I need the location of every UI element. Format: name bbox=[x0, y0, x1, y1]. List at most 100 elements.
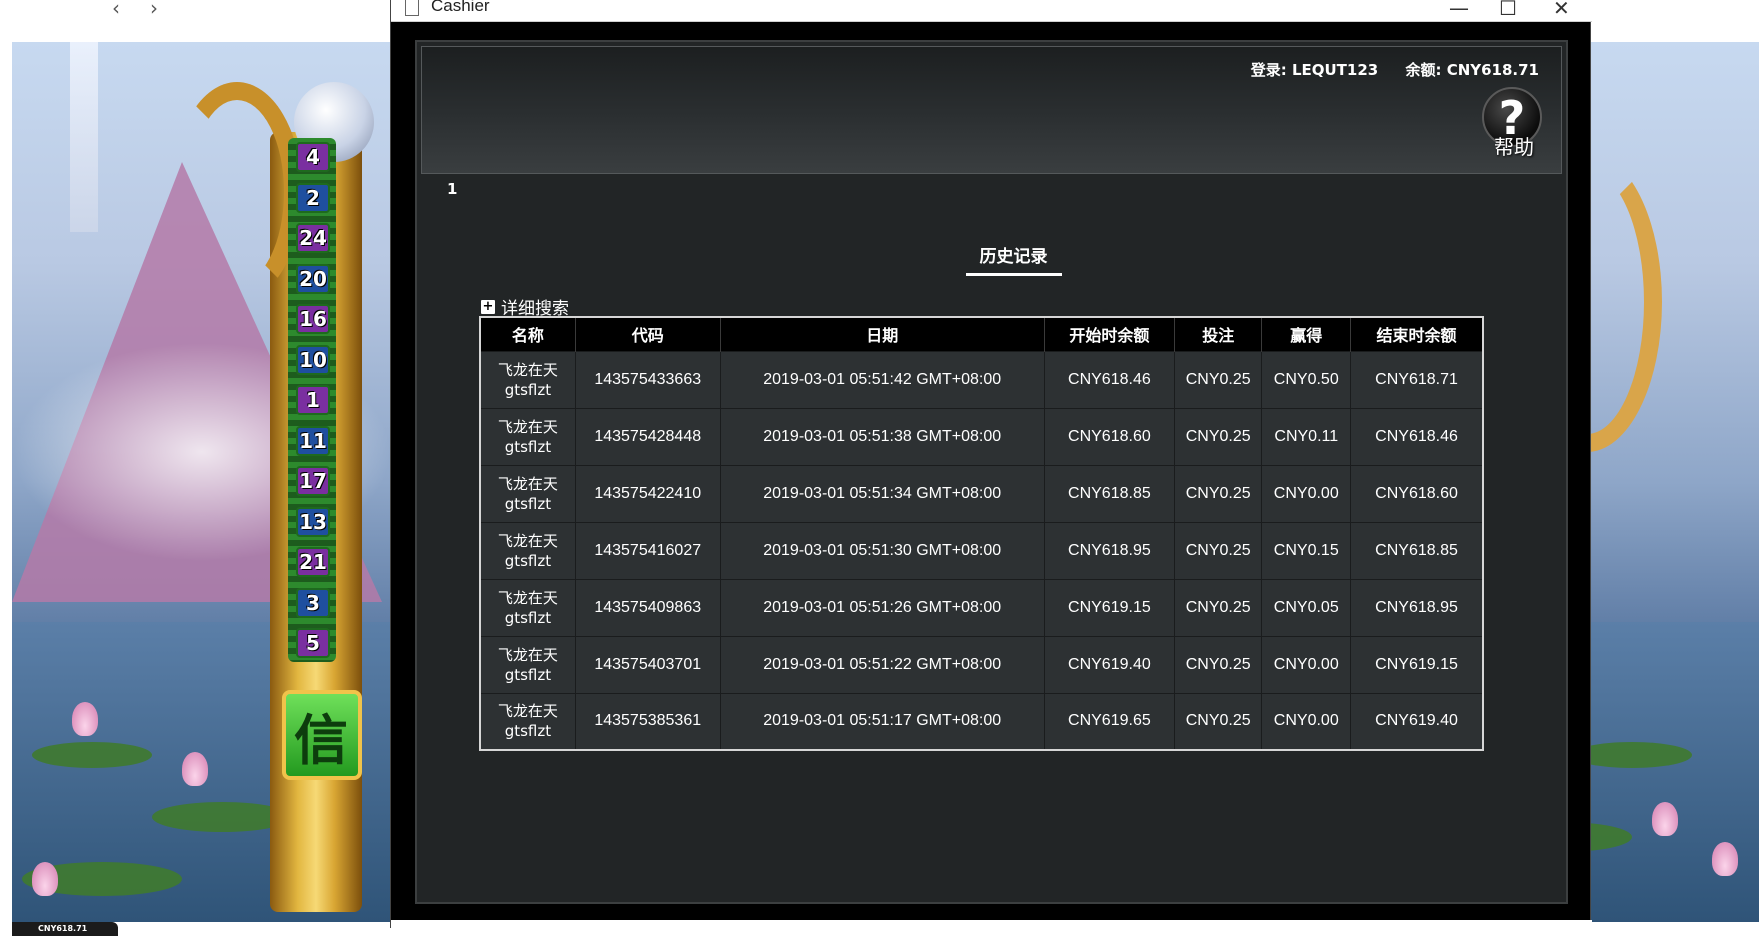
cell-date: 2019-03-01 05:51:34 GMT+08:00 bbox=[719, 464, 1045, 522]
cell-code: 143575385361 bbox=[574, 692, 721, 750]
expand-plus-icon: + bbox=[481, 298, 495, 314]
cell-code: 143575403701 bbox=[574, 635, 721, 693]
table-row[interactable]: 飞龙在天 gtsflzt 143575428448 2019-03-01 05:51:… bbox=[479, 407, 1483, 465]
forward-icon[interactable]: › bbox=[150, 0, 158, 20]
header-win: 赢得 bbox=[1261, 317, 1351, 351]
payline-badge[interactable]: 13 bbox=[296, 506, 330, 537]
cell-name: 飞龙在天 gtsflzt bbox=[479, 692, 576, 750]
payline-badge[interactable]: 4 bbox=[296, 142, 330, 172]
cell-bet: CNY0.25 bbox=[1173, 407, 1262, 465]
cell-code: 143575422410 bbox=[574, 464, 721, 522]
table-row[interactable]: 飞龙在天 gtsflzt 143575403701 2019-03-01 05:51:… bbox=[479, 635, 1483, 693]
history-tab[interactable]: 历史记录 bbox=[965, 242, 1062, 276]
cell-end-balance: CNY618.60 bbox=[1350, 464, 1483, 522]
header-end-balance: 结束时余额 bbox=[1350, 317, 1483, 351]
lotus-art bbox=[1652, 802, 1678, 836]
lotus-art bbox=[72, 702, 98, 736]
game-name: 飞龙在天 bbox=[497, 702, 558, 721]
table-row[interactable]: 飞龙在天 gtsflzt 143575409863 2019-03-01 05:51:… bbox=[479, 578, 1483, 636]
cell-end-balance: CNY618.85 bbox=[1350, 521, 1483, 579]
history-table: 名称 代码 日期 开始时余额 投注 赢得 结束时余额 飞龙在天 gtsflzt 14… bbox=[479, 316, 1484, 751]
payline-badge[interactable]: 3 bbox=[296, 587, 330, 618]
cell-date: 2019-03-01 05:51:30 GMT+08:00 bbox=[719, 521, 1045, 579]
cell-date: 2019-03-01 05:51:22 GMT+08:00 bbox=[719, 635, 1045, 693]
cell-name: 飞龙在天 gtsflzt bbox=[479, 635, 576, 693]
header-code: 代码 bbox=[574, 317, 721, 351]
cell-start-balance: CNY618.60 bbox=[1043, 407, 1175, 465]
panel-header: 登录: LEQUT123 余额: CNY618.71 ? 帮助 bbox=[421, 46, 1562, 174]
login-label: 登录: LEQUT123 bbox=[1250, 61, 1379, 79]
cashier-panel: 登录: LEQUT123 余额: CNY618.71 ? 帮助 1 历史记录 +… bbox=[415, 40, 1568, 904]
payline-badge[interactable]: 10 bbox=[296, 344, 330, 375]
game-spin-button[interactable]: 信 bbox=[282, 690, 362, 780]
game-balance-chip: CNY618.71 bbox=[12, 922, 118, 936]
minimize-button[interactable]: — bbox=[1449, 0, 1469, 20]
cell-name: 飞龙在天 gtsflzt bbox=[479, 350, 576, 408]
payline-badge[interactable]: 20 bbox=[296, 263, 330, 294]
payline-badge[interactable]: 17 bbox=[296, 466, 330, 496]
cell-code: 143575433663 bbox=[574, 350, 721, 408]
game-code: gtsflzt bbox=[504, 380, 552, 399]
cell-name: 飞龙在天 gtsflzt bbox=[479, 578, 576, 636]
cell-date: 2019-03-01 05:51:17 GMT+08:00 bbox=[719, 692, 1045, 750]
game-name: 飞龙在天 bbox=[497, 474, 558, 493]
cell-win: CNY0.00 bbox=[1261, 464, 1351, 522]
cell-win: CNY0.00 bbox=[1261, 635, 1351, 693]
game-code: gtsflzt bbox=[504, 722, 552, 741]
payline-badge[interactable]: 16 bbox=[296, 304, 330, 334]
back-icon[interactable]: ‹ bbox=[112, 0, 120, 20]
document-icon bbox=[405, 0, 419, 16]
cell-bet: CNY0.25 bbox=[1173, 692, 1262, 750]
help-label: 帮助 bbox=[1494, 135, 1534, 159]
game-code: gtsflzt bbox=[504, 437, 552, 456]
cell-start-balance: CNY618.85 bbox=[1043, 464, 1175, 522]
lotus-art bbox=[32, 862, 58, 896]
header-bet: 投注 bbox=[1173, 317, 1262, 351]
cell-name: 飞龙在天 gtsflzt bbox=[479, 407, 576, 465]
table-header-row: 名称 代码 日期 开始时余额 投注 赢得 结束时余额 bbox=[479, 317, 1483, 351]
cell-end-balance: CNY619.15 bbox=[1350, 635, 1483, 693]
cell-start-balance: CNY619.15 bbox=[1043, 578, 1175, 636]
cell-date: 2019-03-01 05:51:26 GMT+08:00 bbox=[719, 578, 1045, 636]
section-title: 历史记录 bbox=[417, 242, 1566, 276]
cell-code: 143575416027 bbox=[574, 521, 721, 579]
cell-bet: CNY0.25 bbox=[1173, 521, 1262, 579]
close-button[interactable]: ✕ bbox=[1553, 0, 1570, 20]
payline-badge[interactable]: 2 bbox=[296, 182, 330, 213]
account-info: 登录: LEQUT123 余额: CNY618.71 bbox=[1229, 59, 1539, 80]
cell-name: 飞龙在天 gtsflzt bbox=[479, 464, 576, 522]
payline-badge[interactable]: 1 bbox=[296, 385, 330, 415]
game-code: gtsflzt bbox=[504, 608, 552, 627]
window-bottom-edge bbox=[391, 920, 1592, 928]
cell-code: 143575409863 bbox=[574, 578, 721, 636]
cashier-window: Cashier — ☐ ✕ 登录: LEQUT123 余额: CNY618.71… bbox=[390, 0, 1592, 928]
lotus-art bbox=[182, 752, 208, 786]
cell-bet: CNY0.25 bbox=[1173, 635, 1262, 693]
game-name: 飞龙在天 bbox=[497, 360, 558, 379]
cell-win: CNY0.11 bbox=[1261, 407, 1351, 465]
game-code: gtsflzt bbox=[504, 665, 552, 684]
game-name: 飞龙在天 bbox=[497, 588, 558, 607]
payline-badge[interactable]: 21 bbox=[296, 547, 330, 577]
balance-label: 余额: CNY618.71 bbox=[1405, 61, 1539, 79]
table-row[interactable]: 飞龙在天 gtsflzt 143575385361 2019-03-01 05:51:… bbox=[479, 692, 1483, 750]
cell-date: 2019-03-01 05:51:38 GMT+08:00 bbox=[719, 407, 1045, 465]
cell-bet: CNY0.25 bbox=[1173, 464, 1262, 522]
payline-badge[interactable]: 24 bbox=[296, 223, 330, 253]
maximize-button[interactable]: ☐ bbox=[1499, 0, 1517, 20]
game-name: 飞龙在天 bbox=[497, 417, 558, 436]
cell-bet: CNY0.25 bbox=[1173, 578, 1262, 636]
payline-badge[interactable]: 5 bbox=[296, 628, 330, 658]
table-row[interactable]: 飞龙在天 gtsflzt 143575433663 2019-03-01 05:51:… bbox=[479, 350, 1483, 408]
help-button[interactable]: ? 帮助 bbox=[1477, 85, 1549, 165]
header-name: 名称 bbox=[479, 317, 576, 351]
cell-name: 飞龙在天 gtsflzt bbox=[479, 521, 576, 579]
cell-start-balance: CNY618.46 bbox=[1043, 350, 1175, 408]
cell-start-balance: CNY618.95 bbox=[1043, 521, 1175, 579]
payline-badge[interactable]: 11 bbox=[296, 425, 330, 456]
header-start-balance: 开始时余额 bbox=[1043, 317, 1175, 351]
table-row[interactable]: 飞龙在天 gtsflzt 143575422410 2019-03-01 05:51:… bbox=[479, 464, 1483, 522]
table-row[interactable]: 飞龙在天 gtsflzt 143575416027 2019-03-01 05:51:… bbox=[479, 521, 1483, 579]
cell-win: CNY0.15 bbox=[1261, 521, 1351, 579]
cell-win: CNY0.00 bbox=[1261, 692, 1351, 750]
